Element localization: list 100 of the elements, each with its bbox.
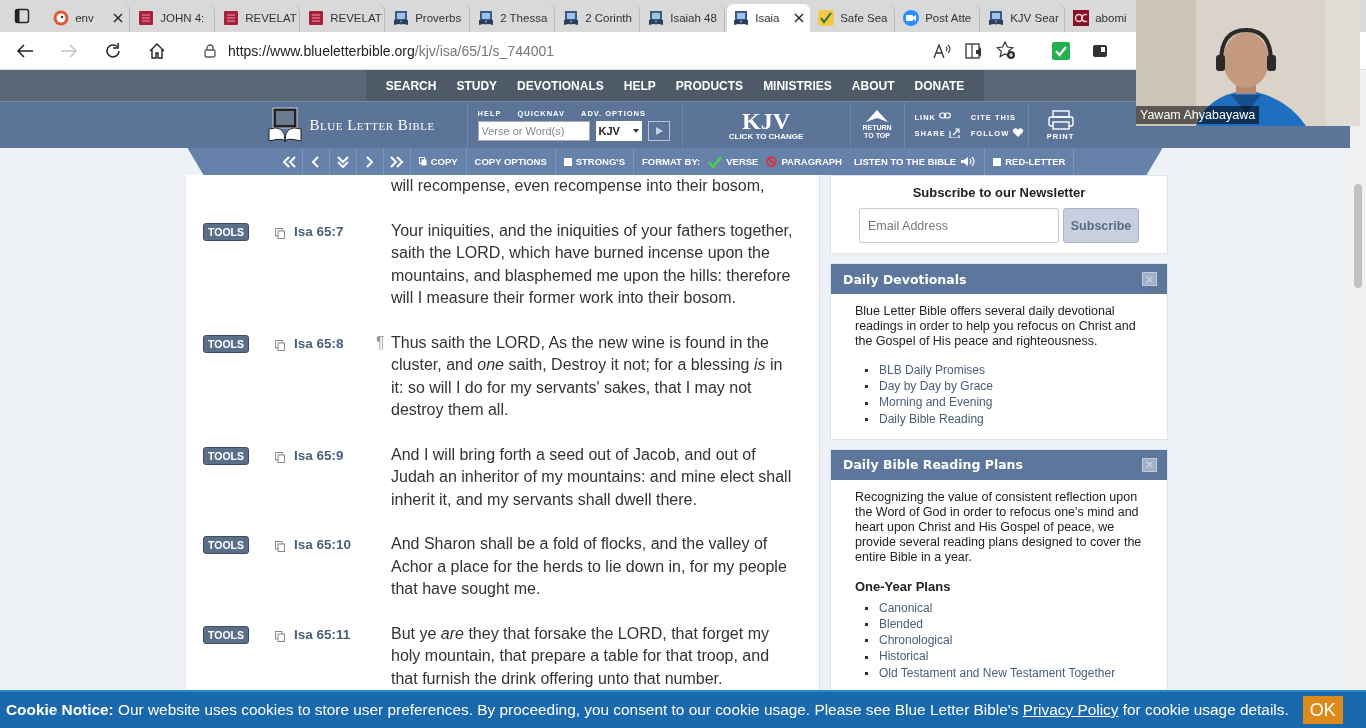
version-select[interactable]: KJV [595, 121, 642, 141]
bible-icon [393, 10, 410, 26]
last-chapter-icon[interactable] [389, 155, 404, 168]
book-icon [223, 10, 240, 26]
sidebar-link[interactable]: Morning and Evening [879, 395, 993, 411]
check-icon [708, 155, 723, 168]
bullet-icon [865, 655, 868, 659]
copy-icon[interactable] [275, 227, 285, 239]
sidebar-link[interactable]: Old Testament and New Testament Together [879, 665, 1116, 681]
add-favorite-icon[interactable] [996, 41, 1016, 60]
verse-text: will recompense, even recompense into their bosom, [391, 176, 766, 196]
close-icon[interactable] [113, 13, 124, 23]
site-logo[interactable]: Blue Letter Bible [309, 116, 435, 134]
bullet-icon [865, 671, 868, 675]
tools-button[interactable]: TOOLS [203, 536, 249, 554]
video-camera-icon [903, 10, 920, 26]
email-field[interactable]: Email Address [859, 208, 1059, 243]
search-field[interactable]: Verse or Word(s) [477, 121, 590, 141]
format-option[interactable]: PARAGRAPH [762, 148, 846, 175]
tools-button[interactable]: TOOLS [203, 446, 249, 465]
verse-reference[interactable]: Isa 65:8 [294, 335, 376, 351]
subscribe-button[interactable]: Subscribe [1063, 208, 1139, 243]
nav-link[interactable]: STUDY [446, 70, 508, 101]
close-icon[interactable] [794, 13, 805, 23]
nav-link[interactable]: ABOUT [841, 70, 905, 101]
sidebar-link[interactable]: Day by Day by Grace [879, 379, 994, 395]
copy-icon[interactable] [275, 630, 285, 642]
printer-icon[interactable] [1047, 109, 1074, 130]
tools-button[interactable]: TOOLS [203, 222, 249, 241]
chain-link-icon [939, 112, 951, 122]
verse-text: And Sharon shall be a fold of flocks, and the valley of Achor a place for the herds to lie down in, for my people that have sought me. [391, 534, 788, 599]
heart-icon [1012, 128, 1025, 138]
card-text: Recognizing the value of consistent reflection upon the Word of God in order to refocus one's mind and heart upon Christ and His Gospel of peace, we provide several reading plans designed to cover the entire Bible in a year. [855, 489, 1143, 565]
nav-link[interactable]: SEARCH [375, 70, 447, 101]
card-title: Daily Bible Reading Plans [843, 457, 1023, 473]
verse-reference[interactable]: Isa 65:9 [294, 447, 376, 463]
plans-heading: One-Year Plans [855, 578, 952, 594]
card-title: Daily Devotionals [843, 271, 967, 287]
bible-icon [648, 10, 665, 26]
tab-actions-icon[interactable] [13, 8, 30, 24]
browser-tab[interactable]: abomi [1067, 4, 1136, 32]
paragraph-mark: ¶ [376, 332, 386, 353]
tools-button[interactable]: TOOLS [203, 625, 249, 644]
reader-view-icon[interactable] [964, 41, 984, 60]
change-version-link[interactable]: CLICK TO CHANGE [728, 131, 804, 141]
version-title[interactable]: KJV [742, 109, 790, 132]
bullet-icon [865, 639, 868, 643]
scrollbar-thumb[interactable] [1354, 184, 1362, 288]
verse-text: Thus saith the LORD, As the new wine is found in the cluster, and one saith, Destroy it not; for a blessing is in it: so will I do for my servants' sakes, that I may not destroy them all. [391, 332, 784, 420]
book-icon [308, 10, 325, 26]
emblem-icon [1073, 10, 1090, 26]
sidebar-link[interactable]: Historical [879, 649, 929, 665]
bullet-icon [865, 385, 868, 389]
bullet-icon [865, 369, 868, 373]
checkmark-extension-icon[interactable] [1052, 41, 1070, 60]
bullet-icon [865, 401, 868, 405]
read-aloud-icon[interactable] [932, 41, 952, 60]
format-option[interactable]: VERSE [704, 148, 763, 175]
bullet-icon [865, 417, 868, 421]
back-icon[interactable] [16, 42, 34, 59]
nav-link[interactable]: DONATE [904, 70, 975, 101]
verse-reference[interactable]: Isa 65:11 [294, 626, 376, 642]
jump-down-icon[interactable] [335, 155, 350, 168]
verse-text: But ye are they that forsake the LORD, that forget my holy mountain, that prepare a table for that troop, and that furnish the drink offering unto that number. [391, 623, 771, 689]
verse-reference[interactable]: Isa 65:10 [294, 537, 376, 552]
bullet-icon [865, 606, 868, 610]
sidebar-link[interactable]: Blended [879, 617, 924, 633]
close-button[interactable] [1142, 457, 1157, 472]
sidebar-link[interactable]: BLB Daily Promises [879, 363, 986, 379]
bullet-icon [865, 623, 868, 627]
nav-link[interactable]: PRODUCTS [665, 70, 754, 101]
nav-link[interactable]: HELP [613, 70, 666, 101]
nav-link[interactable]: DEVOTIONALS [507, 70, 614, 101]
sidebar-link[interactable]: Daily Bible Reading [879, 411, 984, 427]
card-text: Blue Letter Bible offers several daily devotional readings in order to help you refocus on Christ and the Gospel of His peace and righteousness. [855, 304, 1137, 349]
bible-icon [733, 10, 750, 26]
verse-reference[interactable]: Isa 65:7 [294, 223, 376, 239]
scrollbar[interactable] [1350, 70, 1366, 690]
sidebar-link[interactable]: Canonical [879, 600, 933, 616]
copy-icon[interactable] [275, 451, 285, 463]
verse-text: Your iniquities, and the iniquities of your fathers together, saith the LORD, which have burned incense upon the mountains, and blasphemed me upon the hills: therefore will I measure their former work into their bosom. [391, 220, 794, 308]
privacy-policy-link[interactable]: Privacy Policy [1022, 701, 1119, 718]
reload-icon[interactable] [104, 41, 122, 60]
verse-text: And I will bring forth a seed out of Jacob, and out of Judah an inheritor of my mountains: and mine elect shall inherit it, and my servants shall dwell there. [391, 444, 793, 510]
sidebar-link[interactable]: Chronological [879, 633, 953, 649]
copy-icon[interactable] [275, 541, 285, 552]
plane-icon[interactable] [866, 110, 888, 124]
tools-button[interactable]: TOOLS [203, 334, 249, 353]
lock-icon [204, 43, 216, 58]
bible-logo-icon[interactable] [267, 107, 302, 143]
nav-link[interactable]: MINISTRIES [753, 70, 842, 101]
home-icon[interactable] [148, 41, 166, 60]
close-icon [1146, 275, 1153, 283]
url-text: https://www.blueletterbible.org/kjv/isa/65/1/s_744001 [228, 42, 556, 59]
extension-icon[interactable] [1092, 42, 1108, 59]
copy-icon[interactable] [275, 339, 285, 351]
first-chapter-icon[interactable] [281, 155, 296, 168]
go-button[interactable] [647, 121, 670, 141]
browser-tab[interactable]: Isaia [727, 4, 811, 32]
share-icon [948, 128, 961, 138]
